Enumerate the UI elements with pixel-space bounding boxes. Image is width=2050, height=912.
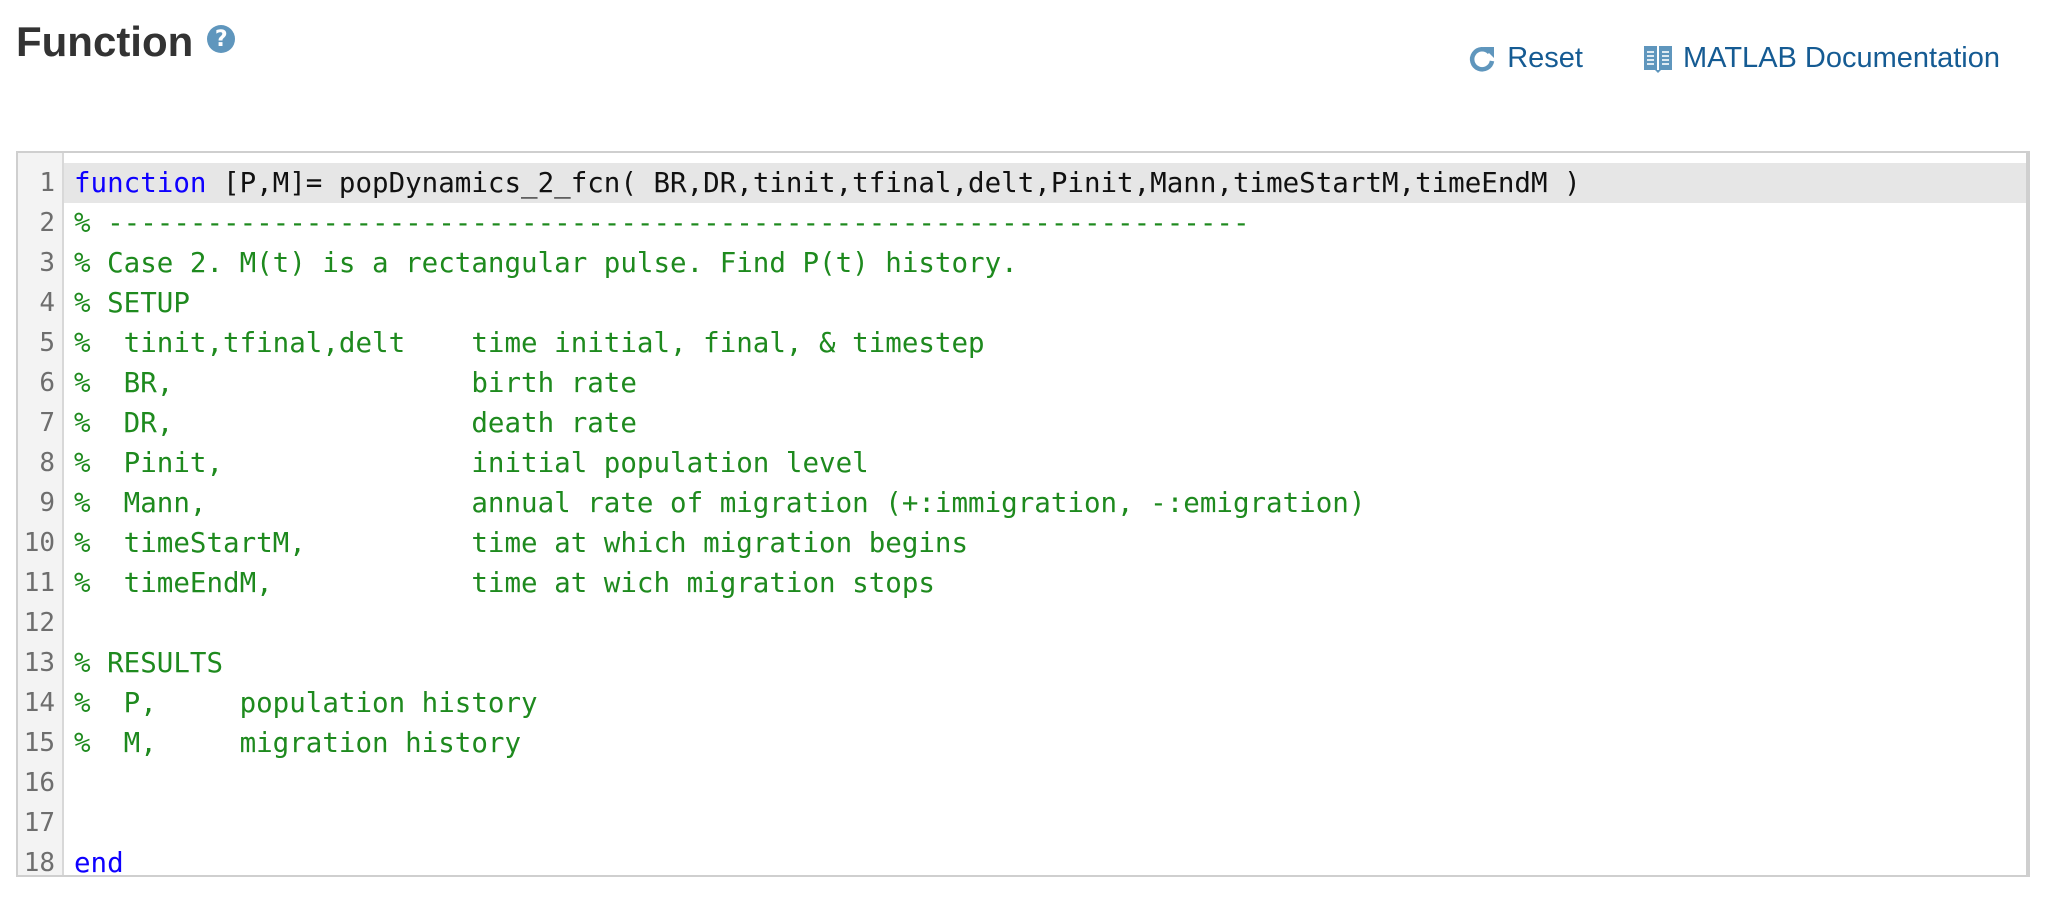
comment: % RESULTS bbox=[74, 647, 224, 679]
function-header: Function ? bbox=[16, 18, 236, 66]
code-line[interactable]: 6 % BR, birth rate bbox=[18, 363, 2026, 403]
code-text[interactable]: % --------------------------------------… bbox=[64, 203, 2026, 243]
line-number: 14 bbox=[23, 688, 55, 718]
code-line[interactable]: 5 % tinit,tfinal,delt time initial, final… bbox=[18, 323, 2026, 363]
line-number: 3 bbox=[39, 248, 55, 278]
line-number: 6 bbox=[39, 368, 55, 398]
code-line[interactable]: 9 % Mann, annual rate of migration (+:imm… bbox=[18, 483, 2026, 523]
code-text[interactable]: end bbox=[64, 843, 2026, 877]
code-text[interactable]: % RESULTS bbox=[64, 643, 2026, 683]
line-number: 8 bbox=[39, 448, 55, 478]
line-number: 11 bbox=[23, 568, 55, 598]
line-number: 7 bbox=[39, 408, 55, 438]
code-line[interactable]: 3 % Case 2. M(t) is a rectangular pulse. … bbox=[18, 243, 2026, 283]
comment: % Mann, annual rate of migration (+:immi… bbox=[74, 487, 1366, 519]
line-number: 16 bbox=[23, 768, 55, 798]
comment: % SETUP bbox=[74, 287, 190, 319]
comment: % tinit,tfinal,delt time initial, final,… bbox=[74, 327, 985, 359]
code-text[interactable]: function [P,M]= popDynamics_2_fcn( BR,DR… bbox=[64, 163, 2026, 203]
keyword: function bbox=[74, 167, 207, 199]
code-text[interactable]: % M, migration history bbox=[64, 723, 2026, 763]
line-number: 5 bbox=[39, 328, 55, 358]
code-line[interactable]: 18 end bbox=[18, 843, 2026, 877]
code-text[interactable]: % tinit,tfinal,delt time initial, final,… bbox=[64, 323, 2026, 363]
code-text[interactable] bbox=[64, 603, 2026, 643]
line-number: 12 bbox=[23, 608, 55, 638]
book-icon bbox=[1644, 45, 1672, 73]
code-text[interactable]: % SETUP bbox=[64, 283, 2026, 323]
matlab-documentation-link[interactable]: MATLAB Documentation bbox=[1643, 42, 2000, 75]
code-text[interactable]: % BR, birth rate bbox=[64, 363, 2026, 403]
code-line[interactable]: 11 % timeEndM, time at wich migration sto… bbox=[18, 563, 2026, 603]
code-line[interactable]: 8 % Pinit, initial population level bbox=[18, 443, 2026, 483]
code-line[interactable]: 4 % SETUP bbox=[18, 283, 2026, 323]
code-text[interactable] bbox=[64, 763, 2026, 803]
code-text[interactable] bbox=[64, 803, 2026, 843]
refresh-icon bbox=[1470, 46, 1495, 71]
code-text[interactable]: % Pinit, initial population level bbox=[64, 443, 2026, 483]
code-line[interactable]: 16 bbox=[18, 763, 2026, 803]
comment: % timeStartM, time at which migration be… bbox=[74, 527, 969, 559]
code-line[interactable]: 1 function [P,M]= popDynamics_2_fcn( BR,D… bbox=[18, 163, 2026, 203]
comment: % timeEndM, time at wich migration stops bbox=[74, 567, 935, 599]
comment: % Pinit, initial population level bbox=[74, 447, 869, 479]
code-text[interactable]: % DR, death rate bbox=[64, 403, 2026, 443]
line-number: 10 bbox=[23, 528, 55, 558]
code-editor[interactable]: 1 function [P,M]= popDynamics_2_fcn( BR,D… bbox=[16, 151, 2030, 877]
line-number: 4 bbox=[39, 288, 55, 318]
line-number: 13 bbox=[23, 648, 55, 678]
code-text[interactable]: % timeStartM, time at which migration be… bbox=[64, 523, 2026, 563]
code-text[interactable]: % P, population history bbox=[64, 683, 2026, 723]
comment: % P, population history bbox=[74, 687, 538, 719]
code-line[interactable]: 2 % -------------------------------------… bbox=[18, 203, 2026, 243]
keyword: end bbox=[74, 847, 124, 877]
comment: % BR, birth rate bbox=[74, 367, 637, 399]
code-text[interactable]: % Mann, annual rate of migration (+:immi… bbox=[64, 483, 2026, 523]
comment: % M, migration history bbox=[74, 727, 522, 759]
code-line[interactable]: 10 % timeStartM, time at which migration … bbox=[18, 523, 2026, 563]
line-number: 18 bbox=[23, 848, 55, 877]
toolbar-actions: Reset MATLAB Documentation bbox=[1467, 42, 2000, 75]
code-line[interactable]: 15 % M, migration history bbox=[18, 723, 2026, 763]
page-title: Function bbox=[16, 18, 194, 65]
code-line[interactable]: 7 % DR, death rate bbox=[18, 403, 2026, 443]
line-number: 17 bbox=[23, 808, 55, 838]
code-line[interactable]: 14 % P, population history bbox=[18, 683, 2026, 723]
code-line[interactable]: 12 bbox=[18, 603, 2026, 643]
code-text[interactable]: % timeEndM, time at wich migration stops bbox=[64, 563, 2026, 603]
docs-label: MATLAB Documentation bbox=[1683, 42, 2000, 74]
code-line[interactable]: 13 % RESULTS bbox=[18, 643, 2026, 683]
line-number: 9 bbox=[39, 488, 55, 518]
comment: % DR, death rate bbox=[74, 407, 637, 439]
code-content: [P,M]= popDynamics_2_fcn( BR,DR,tinit,tf… bbox=[206, 167, 1581, 199]
line-number: 2 bbox=[39, 208, 55, 238]
comment: % Case 2. M(t) is a rectangular pulse. F… bbox=[74, 247, 1018, 279]
reset-button[interactable]: Reset bbox=[1467, 42, 1583, 75]
question-circle-icon[interactable]: ? bbox=[207, 25, 236, 53]
code-lines: 1 function [P,M]= popDynamics_2_fcn( BR,D… bbox=[18, 163, 2026, 877]
line-number: 15 bbox=[23, 728, 55, 758]
line-number: 1 bbox=[39, 168, 55, 198]
code-line[interactable]: 17 bbox=[18, 803, 2026, 843]
comment: % --------------------------------------… bbox=[74, 207, 1250, 239]
code-text[interactable]: % Case 2. M(t) is a rectangular pulse. F… bbox=[64, 243, 2026, 283]
reset-label: Reset bbox=[1507, 42, 1583, 74]
